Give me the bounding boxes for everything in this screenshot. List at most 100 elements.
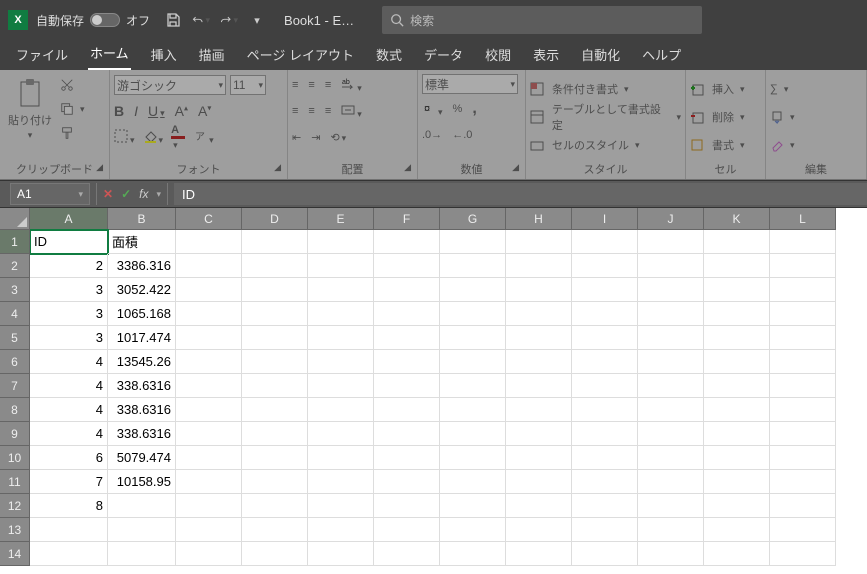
cell-E11[interactable] [308, 470, 374, 494]
cell-D13[interactable] [242, 518, 308, 542]
cell-C7[interactable] [176, 374, 242, 398]
qat-overflow-icon[interactable]: ▾ [248, 11, 266, 29]
save-icon[interactable] [164, 11, 182, 29]
increase-indent-icon[interactable]: ⇥ [311, 131, 320, 144]
number-format-select[interactable]: 標準▾ [422, 74, 518, 94]
row-head-14[interactable]: 14 [0, 542, 30, 566]
col-head-G[interactable]: G [440, 208, 506, 230]
cell-D3[interactable] [242, 278, 308, 302]
search-box[interactable]: 検索 [382, 6, 702, 34]
cell-style-button[interactable]: セルのスタイル [530, 134, 640, 156]
cell-H4[interactable] [506, 302, 572, 326]
cell-J5[interactable] [638, 326, 704, 350]
cell-I9[interactable] [572, 422, 638, 446]
row-head-6[interactable]: 6 [0, 350, 30, 374]
cell-J3[interactable] [638, 278, 704, 302]
cell-K11[interactable] [704, 470, 770, 494]
cell-F4[interactable] [374, 302, 440, 326]
cell-E3[interactable] [308, 278, 374, 302]
cell-E5[interactable] [308, 326, 374, 350]
cell-B7[interactable]: 338.6316 [108, 374, 176, 398]
cell-C14[interactable] [176, 542, 242, 566]
cell-D9[interactable] [242, 422, 308, 446]
cell-K2[interactable] [704, 254, 770, 278]
row-head-12[interactable]: 12 [0, 494, 30, 518]
spreadsheet-grid[interactable]: 1234567891011121314 ABCDEFGHIJKL ID面積233… [0, 208, 867, 574]
comma-button[interactable]: , [472, 100, 476, 118]
tab-挿入[interactable]: 挿入 [149, 39, 179, 70]
tab-ホーム[interactable]: ホーム [88, 37, 131, 70]
cell-D4[interactable] [242, 302, 308, 326]
cell-F11[interactable] [374, 470, 440, 494]
format-cells-button[interactable]: 書式 [690, 134, 745, 156]
tab-ヘルプ[interactable]: ヘルプ [640, 39, 683, 70]
cell-F6[interactable] [374, 350, 440, 374]
cell-J9[interactable] [638, 422, 704, 446]
cut-button[interactable] [60, 74, 85, 96]
cell-G7[interactable] [440, 374, 506, 398]
cell-L2[interactable] [770, 254, 836, 278]
cell-A14[interactable] [30, 542, 108, 566]
cell-K7[interactable] [704, 374, 770, 398]
cell-I7[interactable] [572, 374, 638, 398]
cell-L7[interactable] [770, 374, 836, 398]
increase-decimal-icon[interactable]: .0→ [422, 129, 442, 141]
cell-J6[interactable] [638, 350, 704, 374]
cell-D12[interactable] [242, 494, 308, 518]
cell-D5[interactable] [242, 326, 308, 350]
cell-H12[interactable] [506, 494, 572, 518]
tab-ページ レイアウト[interactable]: ページ レイアウト [245, 39, 356, 70]
cell-B10[interactable]: 5079.474 [108, 446, 176, 470]
phonetic-button[interactable]: ア [193, 129, 214, 146]
autosave-toggle[interactable] [90, 13, 120, 27]
tab-校閲[interactable]: 校閲 [483, 39, 513, 70]
cell-E2[interactable] [308, 254, 374, 278]
cell-L1[interactable] [770, 230, 836, 254]
cell-F9[interactable] [374, 422, 440, 446]
cell-H11[interactable] [506, 470, 572, 494]
redo-icon[interactable] [220, 11, 238, 29]
cell-H14[interactable] [506, 542, 572, 566]
row-head-11[interactable]: 11 [0, 470, 30, 494]
cell-I3[interactable] [572, 278, 638, 302]
decrease-indent-icon[interactable]: ⇤ [292, 131, 301, 144]
cell-K14[interactable] [704, 542, 770, 566]
fill-button[interactable] [770, 106, 795, 128]
row-head-9[interactable]: 9 [0, 422, 30, 446]
cell-G10[interactable] [440, 446, 506, 470]
cell-F10[interactable] [374, 446, 440, 470]
cell-E4[interactable] [308, 302, 374, 326]
cell-J10[interactable] [638, 446, 704, 470]
cell-A12[interactable]: 8 [30, 494, 108, 518]
cell-G1[interactable] [440, 230, 506, 254]
cell-H5[interactable] [506, 326, 572, 350]
insert-cells-button[interactable]: 挿入 [690, 78, 745, 100]
cell-C1[interactable] [176, 230, 242, 254]
cell-D7[interactable] [242, 374, 308, 398]
formula-input[interactable]: ID [174, 183, 867, 205]
cell-F13[interactable] [374, 518, 440, 542]
cell-D6[interactable] [242, 350, 308, 374]
dialog-launcher-icon[interactable]: ◢ [404, 162, 411, 173]
cell-B2[interactable]: 3386.316 [108, 254, 176, 278]
paste-button[interactable]: 貼り付け ▾ [4, 74, 56, 145]
cell-L3[interactable] [770, 278, 836, 302]
underline-button[interactable]: U [148, 103, 165, 119]
cell-A7[interactable]: 4 [30, 374, 108, 398]
cell-A5[interactable]: 3 [30, 326, 108, 350]
cell-J1[interactable] [638, 230, 704, 254]
format-painter-button[interactable] [60, 122, 85, 144]
cell-B5[interactable]: 1017.474 [108, 326, 176, 350]
col-head-K[interactable]: K [704, 208, 770, 230]
cell-F5[interactable] [374, 326, 440, 350]
enter-icon[interactable]: ✓ [121, 187, 131, 201]
dialog-launcher-icon[interactable]: ◢ [512, 162, 519, 173]
cell-E1[interactable] [308, 230, 374, 254]
align-middle-icon[interactable]: ≡ [308, 79, 314, 91]
font-color-button[interactable]: A [171, 124, 185, 151]
cell-K3[interactable] [704, 278, 770, 302]
cell-H7[interactable] [506, 374, 572, 398]
cell-G11[interactable] [440, 470, 506, 494]
col-head-C[interactable]: C [176, 208, 242, 230]
cell-I2[interactable] [572, 254, 638, 278]
